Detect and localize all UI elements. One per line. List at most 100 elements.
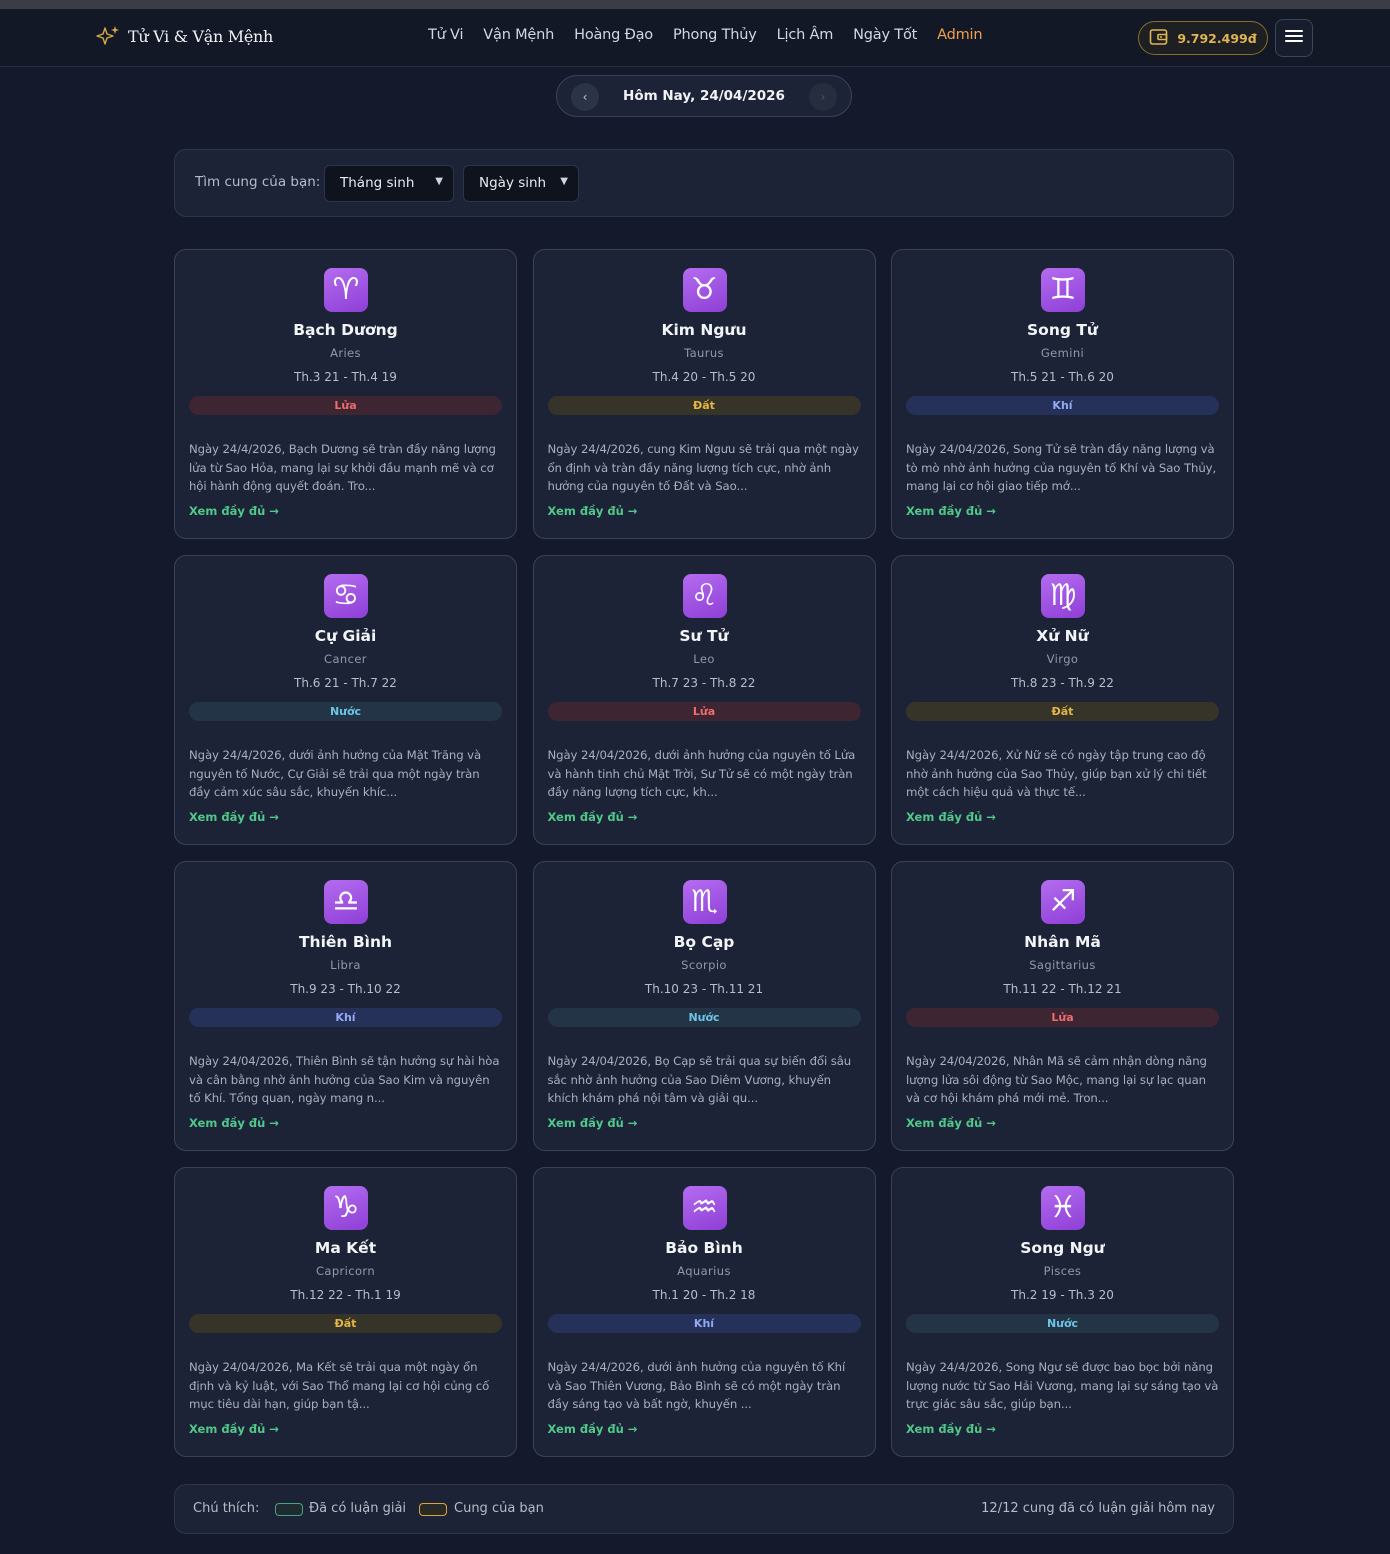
sign-name: Kim Ngưu (661, 321, 747, 339)
daily-reading-excerpt: Ngày 24/04/2026, dưới ảnh hưởng của nguy… (547, 748, 856, 799)
sign-english-name: Cancer (324, 652, 367, 666)
element-badge: Nước (906, 1314, 1219, 1333)
sign-date-range: Th.2 19 - Th.3 20 (1011, 1288, 1114, 1302)
element-badge: Lửa (547, 702, 861, 721)
birth-day-value: Ngày sinh (479, 175, 547, 191)
zodiac-card[interactable]: ♐ Nhân Mã Sagittarius Th.11 22 - Th.12 21 Lử… (891, 861, 1234, 1151)
nav-link-ngay-tot[interactable]: Ngày Tốt (843, 27, 927, 43)
sign-english-name: Taurus (684, 346, 724, 360)
hamburger-icon (1284, 28, 1304, 48)
zodiac-symbol-icon: ♒ (682, 1186, 727, 1230)
sign-date-range: Th.11 22 - Th.12 21 (1003, 982, 1122, 996)
read-more-link[interactable]: Xem đầy đủ → (906, 1422, 996, 1436)
sign-name: Sư Tử (679, 627, 729, 645)
sign-english-name: Libra (330, 958, 361, 972)
sign-date-range: Th.6 21 - Th.7 22 (294, 676, 397, 690)
next-day-button[interactable]: › (809, 83, 837, 111)
element-badge: Khí (906, 396, 1219, 415)
menu-button[interactable] (1275, 19, 1313, 57)
zodiac-card[interactable]: ♍ Xử Nữ Virgo Th.8 23 - Th.9 22 Đất Ngày 24/4… (891, 555, 1234, 845)
legend-done-text: Đã có luận giải (309, 1501, 407, 1516)
navbar: Tử Vi & Vận Mệnh Tử Vi Vận Mệnh Hoàng Đạ… (0, 9, 1390, 67)
read-more-link[interactable]: Xem đầy đủ → (189, 504, 279, 518)
nav-link-tu-vi[interactable]: Tử Vi (418, 27, 473, 43)
sign-name: Bọ Cạp (673, 933, 735, 951)
element-badge: Nước (547, 1008, 861, 1027)
read-more-link[interactable]: Xem đầy đủ → (906, 810, 996, 824)
zodiac-symbol-icon: ♑ (324, 1186, 368, 1230)
date-navigator: ‹ Hôm Nay, 24/04/2026 › (556, 75, 852, 117)
birth-month-select[interactable]: Tháng sinh ▼ (324, 165, 454, 202)
daily-reading-excerpt: Ngày 24/04/2026, Nhân Mã sẽ cảm nhận dòn… (906, 1054, 1207, 1105)
chevron-down-icon: ▼ (560, 176, 568, 187)
zodiac-card[interactable]: ♒ Bảo Bình Aquarius Th.1 20 - Th.2 18 Khí Ngà… (532, 1167, 876, 1457)
zodiac-symbol-icon: ♉ (682, 268, 727, 312)
sign-english-name: Aries (330, 346, 361, 360)
zodiac-card[interactable]: ♋ Cự Giải Cancer Th.6 21 - Th.7 22 Nước Ngày … (174, 555, 517, 845)
nav-link-lich-am[interactable]: Lịch Âm (767, 27, 844, 43)
wallet-balance-button[interactable]: 9.792.499đ (1138, 21, 1268, 55)
sign-name: Cự Giải (314, 627, 377, 645)
legend-bar: Chú thích: Đã có luận giải Cung của bạn … (174, 1484, 1234, 1534)
brand-logo[interactable]: Tử Vi & Vận Mệnh (96, 25, 273, 47)
zodiac-card[interactable]: ♏ Bọ Cạp Scorpio Th.10 23 - Th.11 21 Nước Ngà… (532, 861, 876, 1151)
sign-name: Xử Nữ (1036, 627, 1089, 645)
read-more-link[interactable]: Xem đầy đủ → (906, 504, 996, 518)
element-badge: Khí (547, 1314, 861, 1333)
daily-reading-excerpt: Ngày 24/4/2026, Xử Nữ sẽ có ngày tập tru… (906, 748, 1207, 799)
read-more-link[interactable]: Xem đầy đủ → (189, 810, 279, 824)
sign-english-name: Virgo (1046, 652, 1079, 666)
read-more-link[interactable]: Xem đầy đủ → (906, 1116, 996, 1130)
daily-reading-excerpt: Ngày 24/4/2026, cung Kim Ngưu sẽ trải qu… (547, 442, 859, 493)
sign-date-range: Th.8 23 - Th.9 22 (1011, 676, 1114, 690)
read-more-link[interactable]: Xem đầy đủ → (548, 810, 638, 824)
zodiac-card[interactable]: ♌ Sư Tử Leo Th.7 23 - Th.8 22 Lửa Ngày 24/04/… (532, 555, 876, 845)
nav-link-hoang-dao[interactable]: Hoàng Đạo (564, 27, 663, 43)
zodiac-card[interactable]: ♈ Bạch Dương Aries Th.3 21 - Th.4 19 Lửa Ngày… (174, 249, 517, 539)
zodiac-symbol-icon: ♎ (324, 880, 368, 924)
sign-name: Song Tử (1027, 321, 1098, 339)
birth-day-select[interactable]: Ngày sinh ▼ (463, 165, 579, 202)
element-badge: Nước (189, 702, 502, 721)
sign-name: Ma Kết (314, 1239, 377, 1257)
sign-date-range: Th.7 23 - Th.8 22 (652, 676, 756, 690)
zodiac-symbol-icon: ♓ (1041, 1186, 1085, 1230)
daily-reading-excerpt: Ngày 24/04/2026, Thiên Bình sẽ tận hưởng… (189, 1054, 500, 1105)
sparkle-icon (96, 25, 120, 47)
zodiac-symbol-icon: ♌ (682, 574, 727, 618)
read-more-link[interactable]: Xem đầy đủ → (548, 1422, 638, 1436)
wallet-icon (1149, 28, 1169, 49)
nav-link-van-menh[interactable]: Vận Mệnh (473, 27, 564, 43)
daily-reading-excerpt: Ngày 24/4/2026, Bạch Dương sẽ tràn đầy n… (189, 442, 496, 493)
sign-english-name: Gemini (1040, 346, 1085, 360)
zodiac-card[interactable]: ♓ Song Ngư Pisces Th.2 19 - Th.3 20 Nước Ngày… (891, 1167, 1234, 1457)
sign-english-name: Scorpio (681, 958, 727, 972)
sign-date-range: Th.1 20 - Th.2 18 (652, 1288, 756, 1302)
nav-link-admin[interactable]: Admin (927, 27, 992, 43)
main-nav: Tử Vi Vận Mệnh Hoàng Đạo Phong Thủy Lịch… (418, 27, 992, 43)
sign-english-name: Aquarius (677, 1264, 731, 1278)
brand-name: Tử Vi & Vận Mệnh (128, 26, 274, 46)
zodiac-card[interactable]: ♎ Thiên Bình Libra Th.9 23 - Th.10 22 Khí Ngà… (174, 861, 517, 1151)
read-more-link[interactable]: Xem đầy đủ → (189, 1422, 279, 1436)
sign-name: Song Ngư (1020, 1239, 1105, 1257)
legend-swatch-mine (419, 1503, 447, 1516)
zodiac-card[interactable]: ♉ Kim Ngưu Taurus Th.4 20 - Th.5 20 Đất Ngày … (532, 249, 876, 539)
zodiac-card[interactable]: ♊ Song Tử Gemini Th.5 21 - Th.6 20 Khí Ngày 2… (891, 249, 1234, 539)
sign-date-range: Th.9 23 - Th.10 22 (290, 982, 401, 996)
zodiac-card[interactable]: ♑ Ma Kết Capricorn Th.12 22 - Th.1 19 Đất Ngà… (174, 1167, 517, 1457)
legend-label: Chú thích: (193, 1501, 260, 1516)
read-more-link[interactable]: Xem đầy đủ → (548, 1116, 638, 1130)
legend-mine-text: Cung của bạn (454, 1501, 544, 1516)
element-badge: Đất (547, 396, 861, 415)
daily-reading-excerpt: Ngày 24/4/2026, dưới ảnh hưởng của nguyê… (547, 1360, 846, 1411)
read-more-link[interactable]: Xem đầy đủ → (189, 1116, 279, 1130)
daily-reading-excerpt: Ngày 24/04/2026, Ma Kết sẽ trải qua một … (189, 1360, 490, 1411)
current-date-label: Hôm Nay, 24/04/2026 (623, 88, 785, 104)
read-more-link[interactable]: Xem đầy đủ → (548, 504, 638, 518)
nav-link-phong-thuy[interactable]: Phong Thủy (663, 27, 767, 43)
sign-date-range: Th.10 23 - Th.11 21 (644, 982, 764, 996)
element-badge: Lửa (189, 396, 502, 415)
sign-name: Thiên Bình (298, 933, 393, 951)
sign-name: Bạch Dương (293, 321, 398, 339)
